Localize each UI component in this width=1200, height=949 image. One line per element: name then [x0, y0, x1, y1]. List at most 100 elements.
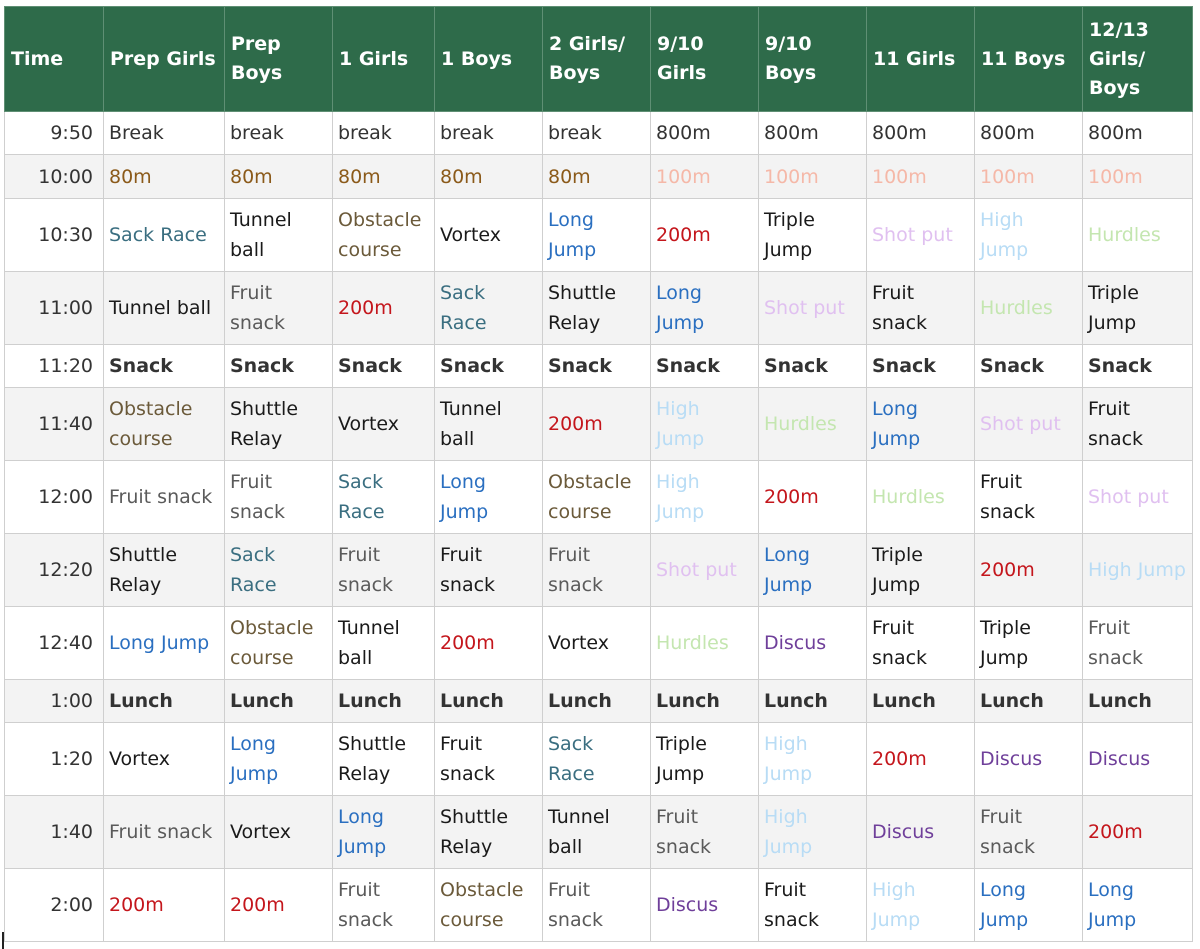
activity-cell: Discus [974, 722, 1083, 796]
activity-cell: High Jump [758, 722, 867, 796]
activity-cell: Shot put [866, 198, 975, 272]
activity-cell: Lunch [1082, 679, 1193, 723]
activity-cell: Snack [650, 344, 759, 388]
activity-cell: Vortex [434, 198, 543, 272]
activity-cell: 200m [650, 198, 759, 272]
activity-cell: Snack [542, 344, 651, 388]
activity-cell: Fruit snack [1082, 387, 1193, 461]
table-row: 2:00 200m 200m Fruit snack Obstacle course Fr… [4, 868, 1193, 942]
activity-cell: Fruit snack [974, 795, 1083, 869]
time-cell: 11:00 [4, 271, 104, 345]
header-group: 11 Boys [974, 6, 1083, 112]
activity-cell: 200m [866, 722, 975, 796]
activity-cell: break [332, 111, 435, 155]
activity-cell: 200m [434, 606, 543, 680]
activity-cell: Long Jump [974, 868, 1083, 942]
activity-cell: Snack [866, 344, 975, 388]
time-cell: 11:40 [4, 387, 104, 461]
activity-cell: Hurdles [1082, 198, 1193, 272]
table-row: 9:50 Break break break break break 800m 800m 800… [4, 111, 1193, 155]
time-cell: 11:20 [4, 344, 104, 388]
activity-cell: 200m [103, 868, 225, 942]
activity-cell: Break [103, 111, 225, 155]
activity-cell: Long Jump [542, 198, 651, 272]
activity-cell: Lunch [866, 679, 975, 723]
activity-cell: Shuttle Relay [224, 387, 333, 461]
activity-cell: Snack [434, 344, 543, 388]
time-cell: 10:30 [4, 198, 104, 272]
table-row: 1:00 Lunch Lunch Lunch Lunch Lunch Lunch Lunch L… [4, 679, 1193, 723]
header-group: Prep Boys [224, 6, 333, 112]
activity-cell: Lunch [542, 679, 651, 723]
table-row: 1:40 Fruit snack Vortex Long Jump Shuttle Re… [4, 795, 1193, 869]
activity-cell: Lunch [103, 679, 225, 723]
activity-cell: 100m [1082, 154, 1193, 199]
time-cell: 9:50 [4, 111, 104, 155]
header-group: 1 Girls [332, 6, 435, 112]
activity-cell: Lunch [434, 679, 543, 723]
activity-cell: Fruit snack [332, 533, 435, 607]
table-row: 10:00 80m 80m 80m 80m 80m 100m 100m 100m 100m 100m [4, 154, 1193, 199]
activity-cell: High Jump [974, 198, 1083, 272]
activity-cell: 800m [758, 111, 867, 155]
activity-cell: Shot put [1082, 460, 1193, 534]
activity-cell: Discus [866, 795, 975, 869]
header-group: 11 Girls [866, 6, 975, 112]
activity-cell: 200m [332, 271, 435, 345]
activity-cell: Fruit snack [332, 868, 435, 942]
activity-cell: 200m [974, 533, 1083, 607]
activity-cell: Shot put [650, 533, 759, 607]
activity-cell: 800m [866, 111, 975, 155]
activity-cell: Tunnel ball [224, 198, 333, 272]
table-row: 11:40 Obstacle course Shuttle Relay Vortex T… [4, 387, 1193, 461]
table-row: 11:00 Tunnel ball Fruit snack 200m Sack Race… [4, 271, 1193, 345]
activity-cell: Long Jump [866, 387, 975, 461]
schedule-header: Time Prep Girls Prep Boys 1 Girls 1 Boys 2 Gi… [4, 6, 1193, 112]
activity-cell: 200m [1082, 795, 1193, 869]
activity-cell: Sack Race [332, 460, 435, 534]
activity-cell: Hurdles [650, 606, 759, 680]
activity-cell: 800m [650, 111, 759, 155]
activity-cell: High Jump [1082, 533, 1193, 607]
activity-cell: 800m [974, 111, 1083, 155]
activity-cell: Sack Race [224, 533, 333, 607]
header-group: 9/10 Girls [650, 6, 759, 112]
activity-cell: Snack [103, 344, 225, 388]
activity-cell: Shot put [758, 271, 867, 345]
activity-cell: Fruit snack [758, 868, 867, 942]
activity-cell: Long Jump [332, 795, 435, 869]
table-row: 1:20 Vortex Long Jump Shuttle Relay Fruit sn… [4, 722, 1193, 796]
schedule-body: 9:50 Break break break break break 800m 800m 800… [4, 111, 1193, 942]
activity-cell: Snack [974, 344, 1083, 388]
activity-cell: Fruit snack [103, 795, 225, 869]
activity-cell: Hurdles [974, 271, 1083, 345]
activity-cell: Snack [332, 344, 435, 388]
activity-cell: Sack Race [434, 271, 543, 345]
time-cell: 10:00 [4, 154, 104, 199]
time-cell: 12:40 [4, 606, 104, 680]
header-time: Time [4, 6, 104, 112]
activity-cell: Fruit snack [542, 533, 651, 607]
activity-cell: High Jump [758, 795, 867, 869]
table-row: 11:20 Snack Snack Snack Snack Snack Snack Snack… [4, 344, 1193, 388]
activity-cell: Fruit snack [974, 460, 1083, 534]
table-row: 12:40 Long Jump Obstacle course Tunnel ball… [4, 606, 1193, 680]
activity-cell: 80m [224, 154, 333, 199]
time-cell: 1:40 [4, 795, 104, 869]
activity-cell: Lunch [224, 679, 333, 723]
activity-cell: Triple Jump [650, 722, 759, 796]
activity-cell: Shuttle Relay [434, 795, 543, 869]
activity-cell: Vortex [103, 722, 225, 796]
activity-cell: 200m [224, 868, 333, 942]
activity-cell: Snack [224, 344, 333, 388]
activity-cell: Shuttle Relay [332, 722, 435, 796]
table-row: 12:00 Fruit snack Fruit snack Sack Race Long… [4, 460, 1193, 534]
activity-cell: High Jump [650, 460, 759, 534]
activity-cell: Long Jump [758, 533, 867, 607]
time-cell: 2:00 [4, 868, 104, 942]
activity-cell: Tunnel ball [542, 795, 651, 869]
activity-cell: 80m [434, 154, 543, 199]
activity-cell: Tunnel ball [103, 271, 225, 345]
activity-cell: Lunch [332, 679, 435, 723]
activity-cell: 80m [542, 154, 651, 199]
